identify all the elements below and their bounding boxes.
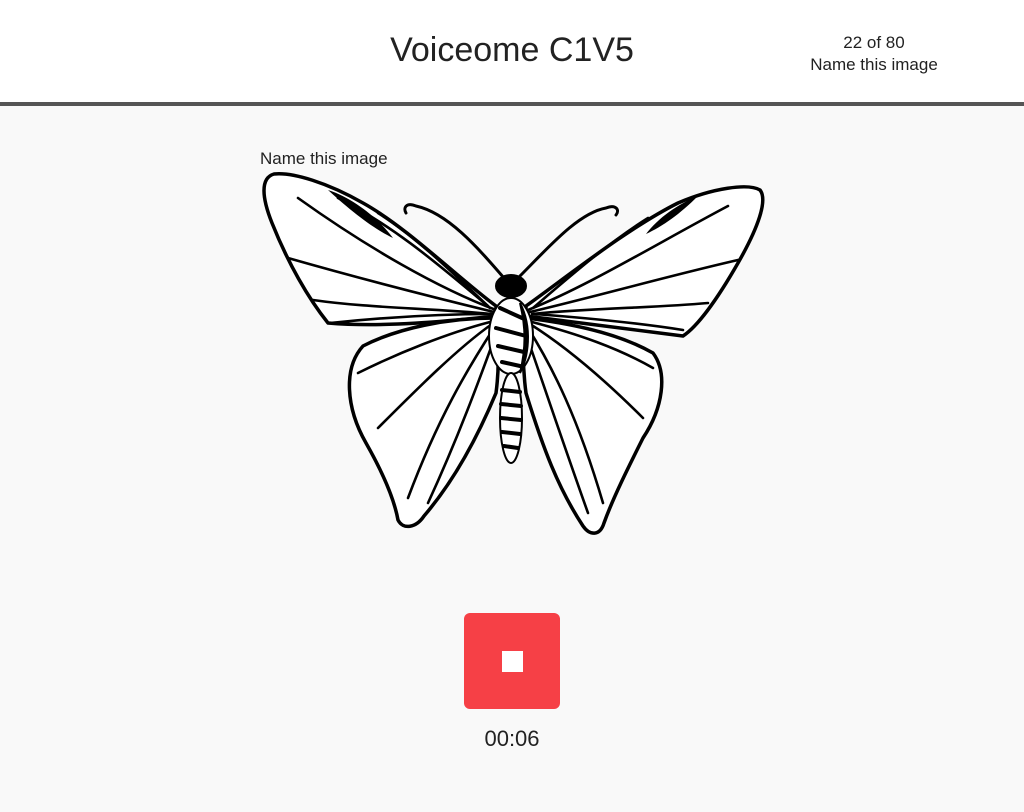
progress-task-label: Name this image <box>810 55 938 74</box>
stop-icon <box>502 651 523 672</box>
butterfly-image <box>262 172 765 535</box>
progress-count: 22 of 80 <box>843 33 905 52</box>
progress-indicator: 22 of 80 Name this image <box>794 32 954 76</box>
task-prompt: Name this image <box>260 149 388 168</box>
recording-timer: 00:06 <box>484 726 540 751</box>
stop-recording-button[interactable] <box>464 613 560 709</box>
app-header: Voiceome C1V5 22 of 80 Name this image <box>0 0 1024 106</box>
